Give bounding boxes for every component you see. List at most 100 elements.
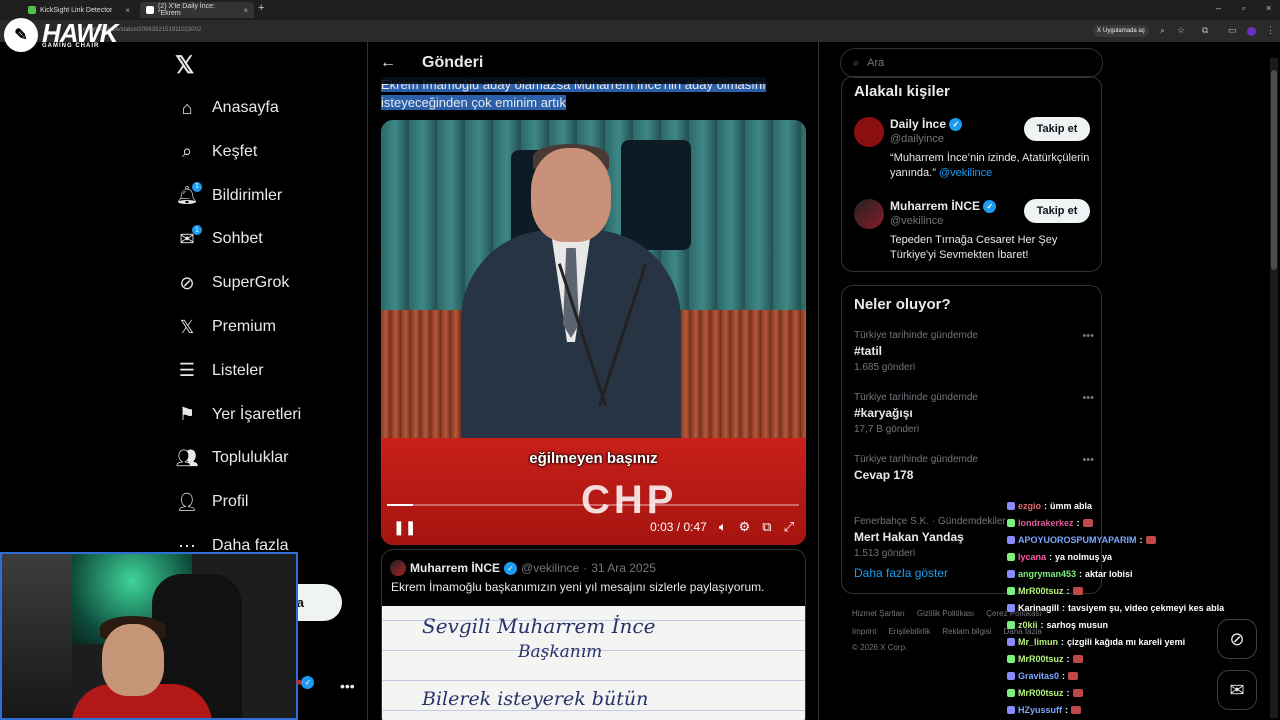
nav-item-person[interactable]: 👤︎ Profil xyxy=(176,491,249,513)
emote-icon xyxy=(1072,587,1083,595)
nav-item-bookmark[interactable]: ⚑ Yer İşaretleri xyxy=(176,404,301,426)
avatar xyxy=(390,560,406,576)
chat-message: londrakerkez: xyxy=(1007,518,1093,528)
follow-button[interactable]: Takip et xyxy=(1024,117,1090,141)
pause-icon[interactable]: ❚❚ xyxy=(393,519,416,536)
chat-message: ezgio: ümm abla xyxy=(1007,501,1092,511)
quote-handle[interactable]: @vekilince xyxy=(521,561,579,575)
nav-item-x[interactable]: 𝕏 Premium xyxy=(176,316,276,338)
zoom-icon[interactable]: ⌕ xyxy=(1160,25,1165,36)
chat-message: APOYUOROSPUMYAPARIM: xyxy=(1007,535,1156,545)
close-tab-icon[interactable]: × xyxy=(243,6,248,15)
volume-icon[interactable]: 🔈︎ xyxy=(719,519,727,535)
trend-count: 1.685 gönderi xyxy=(854,362,916,373)
messages-button[interactable]: ✉ xyxy=(1217,670,1257,710)
nav-item-list[interactable]: ☰ Listeler xyxy=(176,360,264,382)
avatar[interactable] xyxy=(854,199,884,229)
nav-item-envelope[interactable]: ✉ 1 Sohbet xyxy=(176,225,263,250)
nav-item-people[interactable]: 👥︎ Topluluklar xyxy=(176,447,289,469)
address-bar[interactable]: x.com/dailyince/status/20063321519110230… xyxy=(0,20,1280,42)
close-tab-icon[interactable]: × xyxy=(125,6,130,15)
chat-username[interactable]: APOYUOROSPUMYAPARIM xyxy=(1018,535,1137,545)
trends-title: Neler oluyor? xyxy=(854,296,951,313)
letter-line-3: Bilerek isteyerek bütün xyxy=(422,688,649,710)
x-logo-icon[interactable]: 𝕏 xyxy=(175,51,194,80)
person-name[interactable]: Daily İnce ✓ xyxy=(890,117,963,132)
pip-icon[interactable]: ⧉ xyxy=(762,519,771,535)
footer-link[interactable]: Hizmet Şartları xyxy=(852,609,905,618)
account-more-icon[interactable]: ••• xyxy=(340,678,355,694)
chat-message: angryman453: aktar lobisi xyxy=(1007,569,1133,579)
maximize-icon[interactable]: ▫ xyxy=(1242,3,1245,13)
trend-item[interactable]: Türkiye tarihinde gündemde Cevap 178 ••• xyxy=(854,454,1094,486)
trend-more-icon[interactable]: ••• xyxy=(1082,330,1094,342)
grok-button[interactable]: ⊘ xyxy=(1217,619,1257,659)
trend-item[interactable]: Türkiye tarihinde gündemde #tatil 1.685 gö… xyxy=(854,330,1094,373)
settings-icon[interactable]: ⚙ xyxy=(739,519,751,535)
chat-message: Gravitas0: xyxy=(1007,671,1079,681)
chat-username[interactable]: Mr_limun xyxy=(1018,637,1058,647)
video-player[interactable]: CHP eğilmeyen başınız ❚❚ 0:03 / 0:47 🔈︎ … xyxy=(381,120,806,545)
notification-badge: 1 xyxy=(192,225,202,236)
footer-link[interactable]: Gizlilik Politikası xyxy=(917,609,974,618)
footer-link[interactable]: Erişilebilirlik xyxy=(888,627,930,636)
footer-link[interactable]: Imprint xyxy=(852,627,876,636)
chat-username[interactable]: lycana xyxy=(1018,552,1046,562)
video-progress-bar[interactable] xyxy=(387,504,799,506)
trend-more-icon[interactable]: ••• xyxy=(1082,454,1094,466)
chat-username[interactable]: londrakerkez xyxy=(1018,518,1074,528)
trend-item[interactable]: Türkiye tarihinde gündemde #karyağışı 17,7… xyxy=(854,392,1094,435)
quote-date[interactable]: 31 Ara 2025 xyxy=(591,561,656,575)
nav-item-home[interactable]: ⌂ Anasayfa xyxy=(176,97,279,119)
scrollbar-thumb[interactable] xyxy=(1271,70,1277,270)
follow-button[interactable]: Takip et xyxy=(1024,199,1090,223)
quoted-tweet[interactable]: Muharrem İNCE ✓ @vekilince · 31 Ara 2025… xyxy=(381,549,806,720)
chat-badge-icon xyxy=(1007,689,1015,697)
page-title: Gönderi xyxy=(422,54,484,71)
fullscreen-icon[interactable]: ⤢ xyxy=(784,519,794,535)
menu-icon[interactable]: ⋮ xyxy=(1266,25,1275,36)
open-in-app-chip[interactable]: X Uygulamada aç xyxy=(1093,25,1149,37)
sidebar-icon[interactable]: ▭ xyxy=(1228,25,1237,36)
chat-text: ümm abla xyxy=(1050,501,1093,511)
minimize-icon[interactable]: – xyxy=(1216,3,1221,13)
chat-message: MrR00tsuz: xyxy=(1007,654,1083,664)
notification-badge: 1 xyxy=(192,181,202,192)
profile-avatar[interactable] xyxy=(1247,27,1256,36)
emote-icon xyxy=(1072,655,1083,663)
person-name[interactable]: Muharrem İNCE ✓ xyxy=(890,199,997,214)
chat-username[interactable]: MrR00tsuz xyxy=(1018,586,1064,596)
show-more-link[interactable]: Daha fazla göster xyxy=(854,566,948,580)
chat-username[interactable]: MrR00tsuz xyxy=(1018,688,1064,698)
trend-more-icon[interactable]: ••• xyxy=(1082,392,1094,404)
close-window-icon[interactable]: × xyxy=(1266,3,1271,13)
star-icon[interactable]: ☆ xyxy=(1177,25,1185,36)
chat-badge-icon xyxy=(1007,655,1015,663)
chat-username[interactable]: MrR00tsuz xyxy=(1018,654,1064,664)
new-tab-button[interactable]: + xyxy=(258,2,264,14)
chat-username[interactable]: z0kii xyxy=(1018,620,1038,630)
back-arrow-icon[interactable]: ← xyxy=(380,54,404,72)
chat-username[interactable]: Gravitas0 xyxy=(1018,671,1059,681)
person-handle: @vekilince xyxy=(890,215,944,227)
nav-item-label: Premium xyxy=(212,318,277,335)
bio-link[interactable]: @vekilince xyxy=(939,167,992,179)
search-input[interactable]: ⌕ Ara xyxy=(840,48,1103,78)
chat-badge-icon xyxy=(1007,519,1015,527)
extensions-icon[interactable]: ⧉ xyxy=(1202,25,1208,36)
chat-username[interactable]: Karinagill xyxy=(1018,603,1059,613)
avatar[interactable] xyxy=(854,117,884,147)
nav-item-search[interactable]: ⌕ Keşfet xyxy=(176,141,257,163)
quote-author-name[interactable]: Muharrem İNCE xyxy=(410,561,500,575)
chat-username[interactable]: HZyussuff xyxy=(1018,705,1062,715)
browser-tab-x[interactable]: (2) X'te Daily İnce: "Ekrem × xyxy=(140,2,254,18)
home-icon: ⌂ xyxy=(181,97,193,118)
chat-username[interactable]: angryman453 xyxy=(1018,569,1076,579)
browser-tab-kicksight[interactable]: KickSight Link Detector × xyxy=(22,2,136,18)
letter-line-2: Başkanım xyxy=(518,642,603,662)
nav-item-grok[interactable]: ⊘ SuperGrok xyxy=(176,272,289,294)
chat-badge-icon xyxy=(1007,672,1015,680)
footer-link[interactable]: Reklam bilgisi xyxy=(942,627,991,636)
chat-username[interactable]: ezgio xyxy=(1018,501,1041,511)
nav-item-bell[interactable]: 🔔︎ 1 Bildirimler xyxy=(176,181,282,207)
